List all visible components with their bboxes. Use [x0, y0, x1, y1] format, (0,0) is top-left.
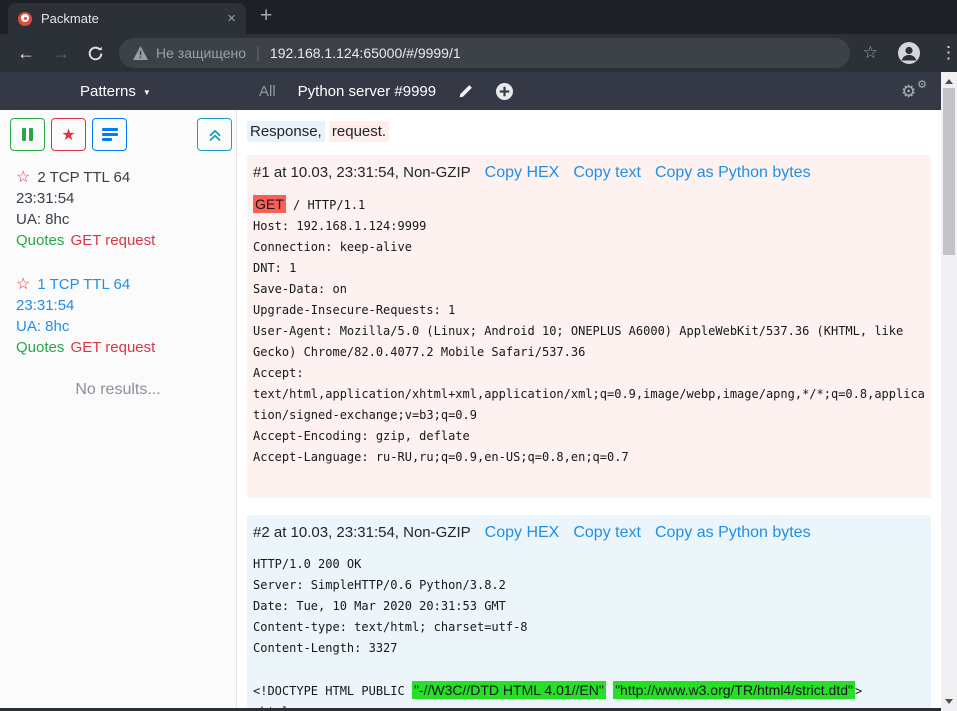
app-navbar: Patterns ▼ All Python server #9999 ⚙⚙	[0, 72, 941, 110]
packet-block: #2 at 10.03, 23:31:54, Non-GZIPCopy HEXC…	[247, 515, 931, 711]
page-scrollbar[interactable]	[941, 72, 957, 711]
browser-toolbar: ← → Не защищено | 192.168.1.124:65000/#/…	[0, 34, 957, 72]
chevron-double-up-icon	[207, 127, 223, 143]
not-secure-warning-icon[interactable]	[133, 46, 148, 60]
pattern-tag-red: GET request	[71, 339, 156, 356]
stream-time: 23:31:54	[16, 188, 228, 209]
packet-block: #1 at 10.03, 23:31:54, Non-GZIPCopy HEXC…	[247, 155, 931, 498]
bookmark-star-icon[interactable]: ☆	[863, 43, 878, 63]
copy-action-link[interactable]: Copy as Python bytes	[655, 164, 811, 181]
stream-title: 2 TCP TTL 64	[37, 169, 130, 186]
stream-list: ☆ 2 TCP TTL 64 23:31:54 UA: 8hc Quotes GE…	[0, 167, 236, 358]
filter-line: Response, request.	[247, 123, 941, 140]
back-icon[interactable]: ←	[17, 44, 35, 62]
stream-user-agent: UA: 8hc	[16, 316, 228, 337]
filter-chip: request.	[329, 121, 389, 142]
packet-header: #1 at 10.03, 23:31:54, Non-GZIP	[253, 164, 471, 181]
stream-title: 1 TCP TTL 64	[37, 276, 130, 293]
pattern-tag-green: Quotes	[16, 232, 64, 249]
add-pattern-icon[interactable]	[496, 83, 513, 100]
pattern-tag-red: GET request	[71, 232, 156, 249]
new-tab-button[interactable]: +	[260, 4, 272, 28]
copy-action-link[interactable]: Copy HEX	[485, 164, 560, 181]
edit-pattern-icon[interactable]	[458, 83, 474, 99]
caret-down-icon: ▼	[143, 86, 151, 97]
favorites-filter-button[interactable]: ★	[51, 118, 86, 151]
reload-icon[interactable]	[87, 45, 104, 62]
browser-tab-strip: Packmate × +	[0, 0, 957, 34]
packet-actions: Copy HEX Copy text Copy as Python bytes	[471, 524, 811, 541]
highlight-red: GET	[253, 195, 286, 213]
packet-body: GET / HTTP/1.1Host: 192.168.1.124:9999Co…	[253, 194, 925, 468]
copy-action-link[interactable]: Copy HEX	[485, 524, 560, 541]
main-content: Response, request. #1 at 10.03, 23:31:54…	[237, 110, 941, 711]
profile-avatar-icon[interactable]	[897, 41, 921, 65]
pause-capture-button[interactable]	[10, 118, 45, 151]
patterns-dropdown[interactable]: Patterns ▼	[80, 83, 151, 100]
packet-actions: Copy HEX Copy text Copy as Python bytes	[471, 164, 811, 181]
tab-pattern[interactable]: Python server #9999	[298, 83, 436, 100]
list-view-button[interactable]	[92, 118, 127, 151]
tab-all[interactable]: All	[259, 83, 276, 100]
pause-icon	[21, 128, 35, 141]
patterns-label: Patterns	[80, 83, 136, 100]
sidebar-toolbar: ★	[0, 118, 236, 151]
address-bar[interactable]: Не защищено | 192.168.1.124:65000/#/9999…	[119, 38, 850, 68]
collapse-button[interactable]	[197, 118, 232, 151]
copy-action-link[interactable]: Copy as Python bytes	[655, 524, 811, 541]
packet-list: #1 at 10.03, 23:31:54, Non-GZIPCopy HEXC…	[247, 155, 941, 711]
packet-head: #2 at 10.03, 23:31:54, Non-GZIPCopy HEXC…	[253, 524, 925, 542]
copy-action-link[interactable]: Copy text	[573, 524, 641, 541]
copy-action-link[interactable]: Copy text	[573, 164, 641, 181]
scroll-up-arrow-icon[interactable]	[945, 79, 953, 84]
packmate-favicon-icon	[18, 12, 32, 26]
stream-user-agent: UA: 8hc	[16, 209, 228, 230]
star-icon: ★	[61, 125, 75, 145]
highlight-green: "http://www.w3.org/TR/html4/strict.dtd"	[613, 681, 855, 699]
stream-list-item[interactable]: ☆ 2 TCP TTL 64 23:31:54 UA: 8hc Quotes GE…	[0, 167, 236, 251]
stream-list-item[interactable]: ☆ 1 TCP TTL 64 23:31:54 UA: 8hc Quotes GE…	[0, 274, 236, 358]
packet-head: #1 at 10.03, 23:31:54, Non-GZIPCopy HEXC…	[253, 164, 925, 182]
filter-chip: Response,	[247, 121, 325, 142]
security-label: Не защищено	[156, 45, 246, 61]
favorite-star-icon[interactable]: ☆	[16, 276, 30, 293]
address-separator: |	[256, 45, 260, 62]
url-text: 192.168.1.124:65000/#/9999/1	[270, 45, 461, 61]
close-tab-icon[interactable]: ×	[227, 11, 236, 26]
packet-body: HTTP/1.0 200 OKServer: SimpleHTTP/0.6 Py…	[253, 554, 925, 711]
forward-icon[interactable]: →	[52, 44, 70, 62]
scroll-down-arrow-icon[interactable]	[945, 699, 953, 704]
settings-gears-icon[interactable]: ⚙⚙	[901, 79, 925, 103]
stream-time: 23:31:54	[16, 295, 228, 316]
align-left-icon	[102, 126, 118, 144]
highlight-green: "-//W3C//DTD HTML 4.01//EN"	[412, 681, 606, 699]
browser-tab[interactable]: Packmate ×	[8, 3, 246, 34]
pattern-tag-green: Quotes	[16, 339, 64, 356]
sidebar: ★ ☆ 2 TCP TTL 64 23:31:54 UA: 8hc Quotes …	[0, 110, 237, 711]
scrollbar-thumb[interactable]	[943, 88, 955, 255]
browser-menu-icon[interactable]: ⋮	[940, 43, 957, 63]
no-results-label: No results...	[0, 381, 236, 399]
favorite-star-icon[interactable]: ☆	[16, 169, 30, 186]
tab-title: Packmate	[41, 11, 227, 26]
packet-header: #2 at 10.03, 23:31:54, Non-GZIP	[253, 524, 471, 541]
page: ★ ☆ 2 TCP TTL 64 23:31:54 UA: 8hc Quotes …	[0, 110, 941, 711]
